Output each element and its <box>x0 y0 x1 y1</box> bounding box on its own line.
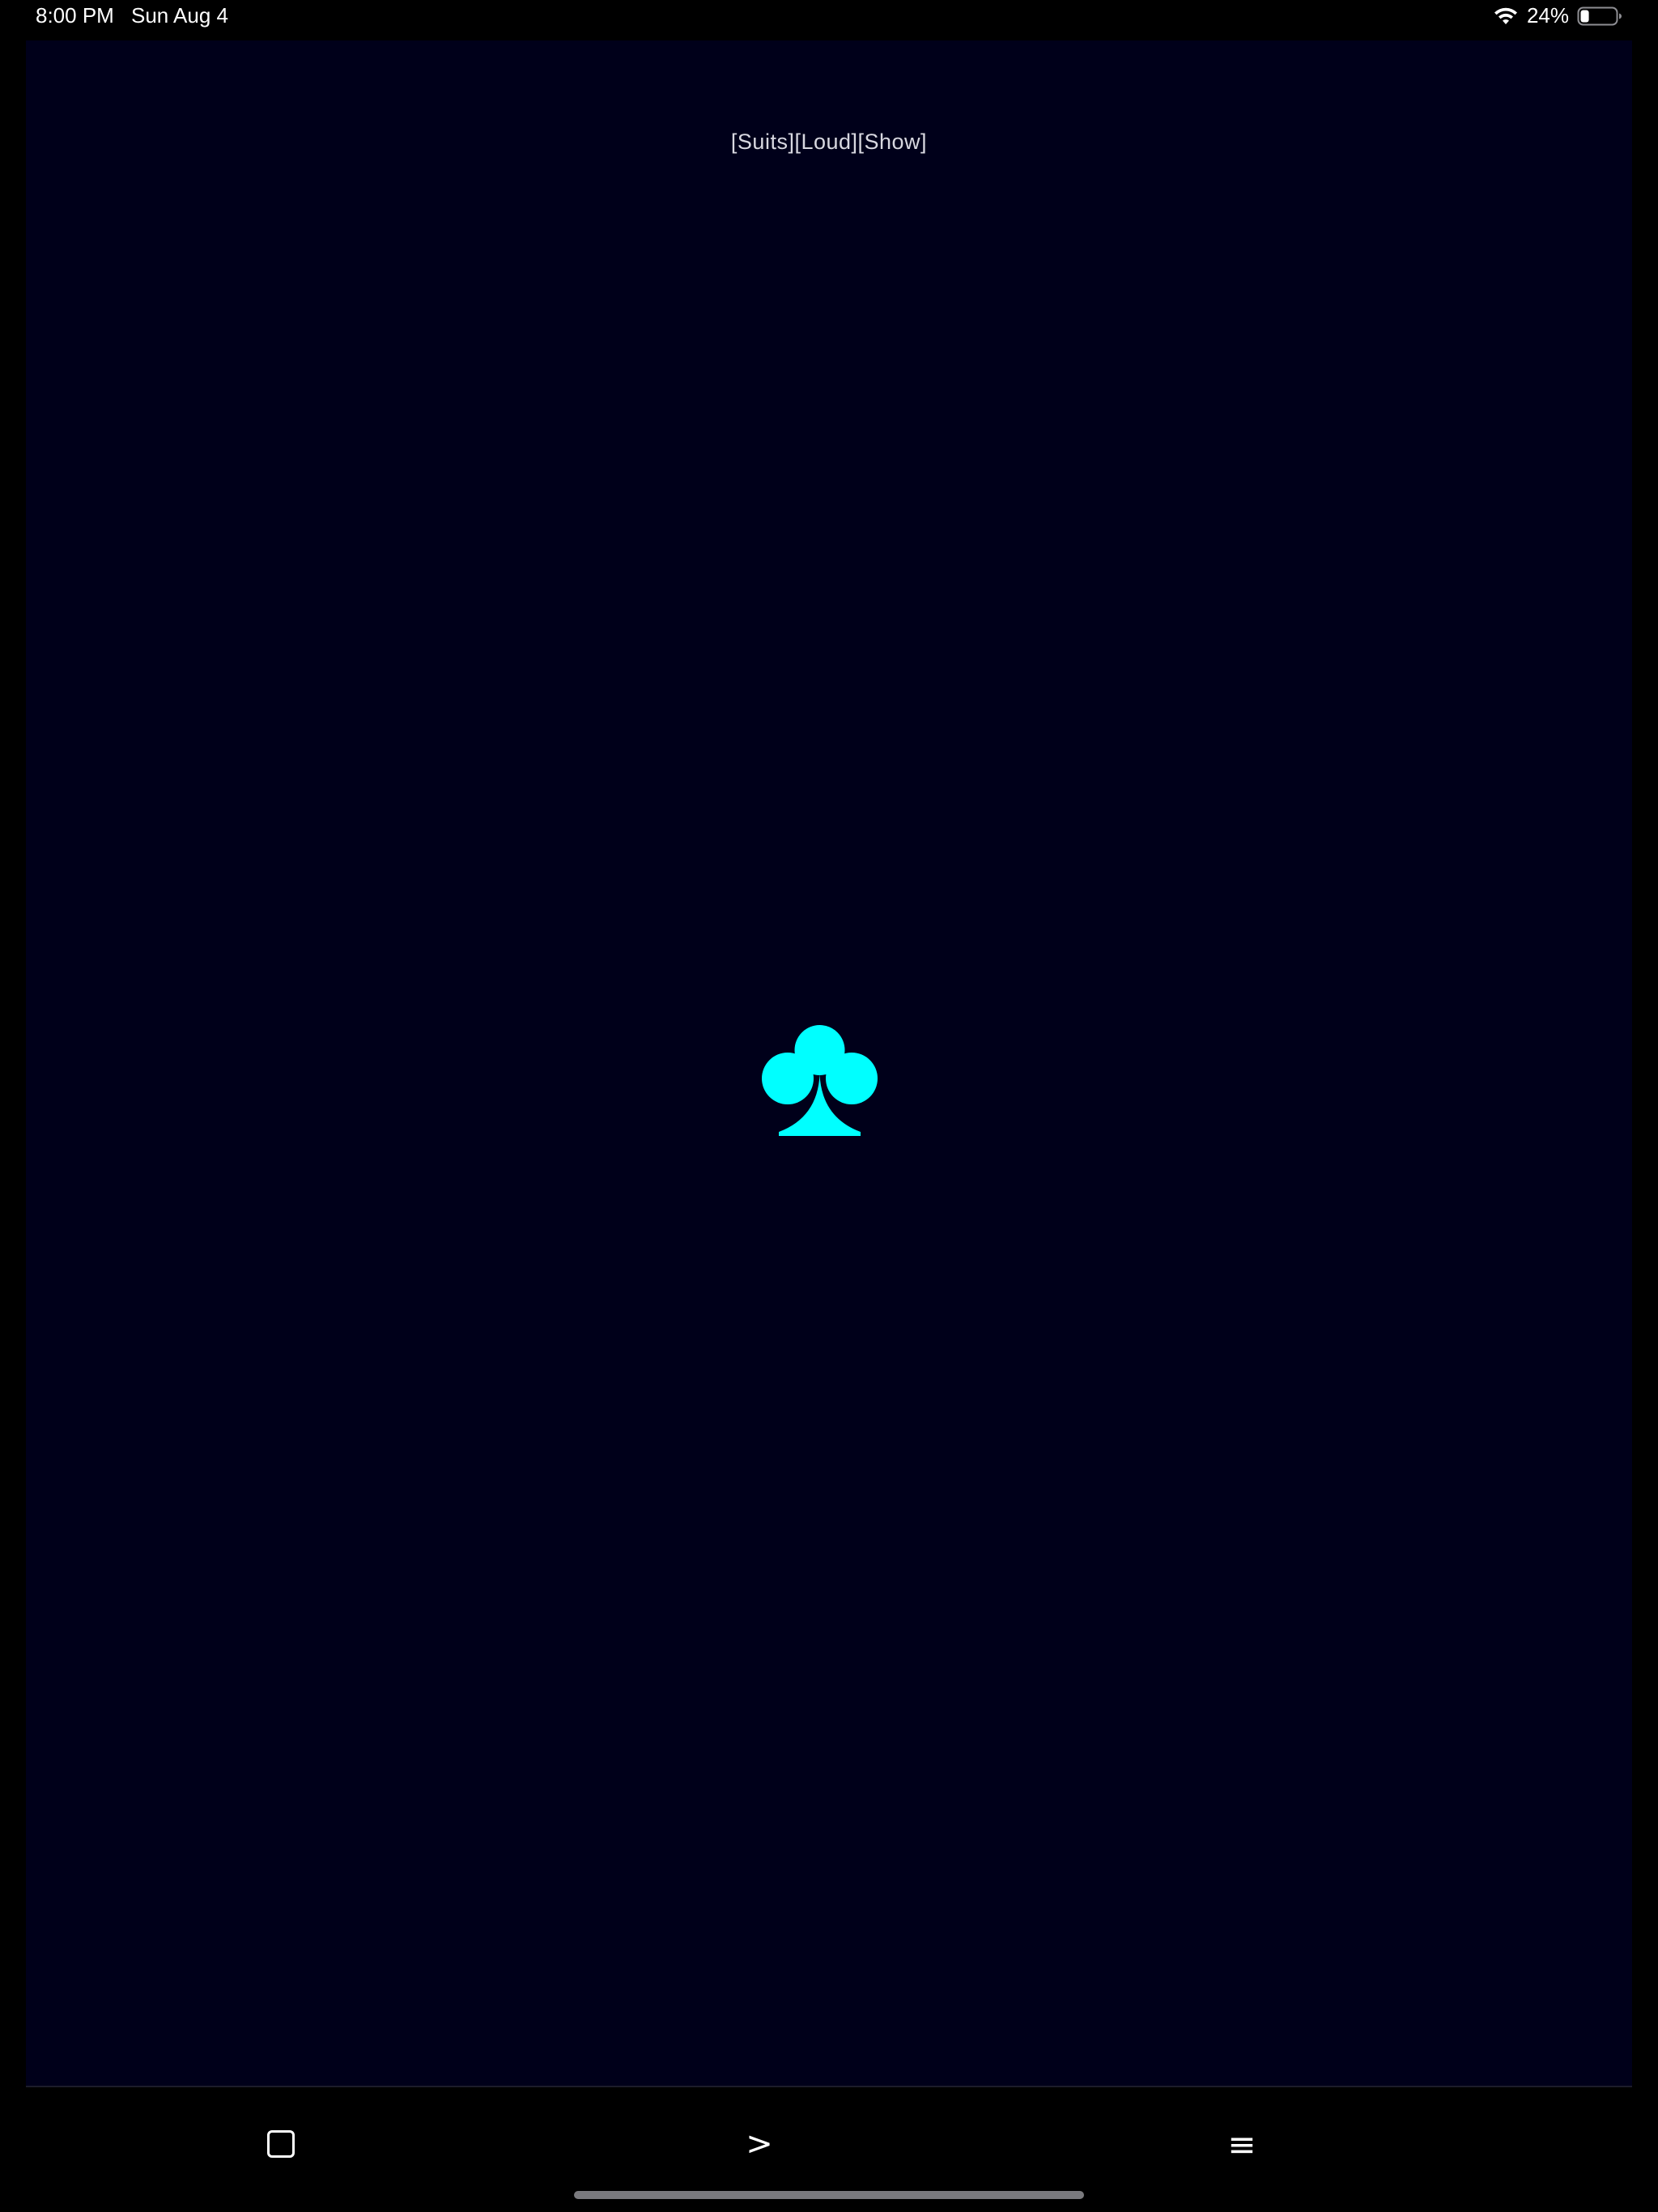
mode-label: [Suits][Loud][Show] <box>730 130 928 154</box>
home-indicator[interactable] <box>574 2191 1084 2199</box>
status-time: 8:00 PM <box>36 3 114 28</box>
display-area[interactable]: [Suits][Loud][Show] <box>26 40 1632 2087</box>
wifi-icon <box>1494 7 1517 24</box>
battery-percent: 24% <box>1526 3 1569 28</box>
battery-fill <box>1580 10 1589 22</box>
screen: 8:00 PM Sun Aug 4 24% [Suits][Loud][Show… <box>0 0 1658 2212</box>
status-date: Sun Aug 4 <box>131 3 228 28</box>
next-button[interactable]: > <box>727 2112 792 2176</box>
status-bar: 8:00 PM Sun Aug 4 24% <box>0 0 1658 32</box>
square-icon <box>267 2130 295 2158</box>
bottom-toolbar: > ≡ <box>0 2087 1658 2184</box>
square-button[interactable] <box>249 2112 313 2176</box>
status-indicators: 24% <box>1493 3 1622 28</box>
club-icon <box>762 1025 878 1136</box>
battery-icon <box>1577 6 1622 25</box>
menu-button[interactable]: ≡ <box>1209 2112 1274 2176</box>
